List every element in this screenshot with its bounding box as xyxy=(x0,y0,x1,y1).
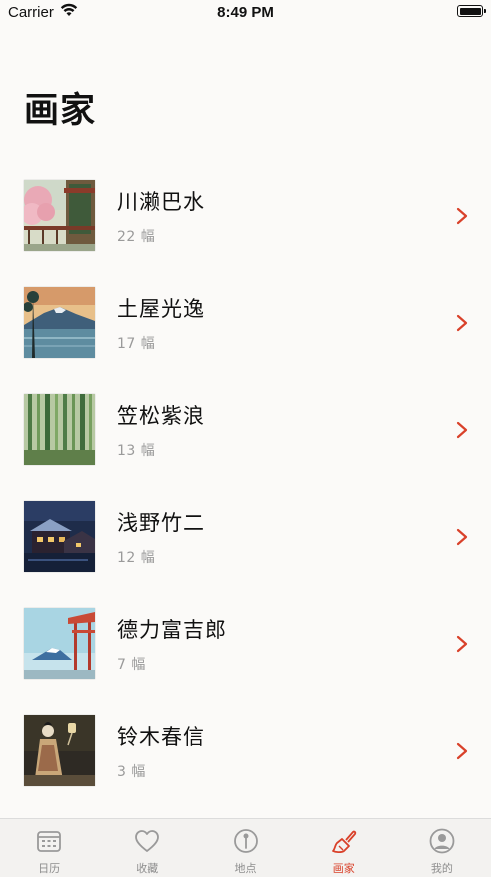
status-bar: Carrier 8:49 PM xyxy=(0,0,491,26)
paintbrush-icon xyxy=(331,830,356,854)
artist-name: 笠松紫浪 xyxy=(117,404,205,428)
artist-row[interactable]: 笠松紫浪 13 幅 xyxy=(0,394,491,501)
artwork-thumbnail xyxy=(24,501,95,572)
artist-row[interactable]: 土屋光逸 17 幅 xyxy=(0,287,491,394)
artwork-count: 3 幅 xyxy=(117,764,146,780)
artwork-thumbnail xyxy=(24,180,95,251)
artist-row[interactable]: 川濑巴水 22 幅 xyxy=(0,180,491,287)
artwork-thumbnail xyxy=(24,287,95,358)
tab-label: 我的 xyxy=(430,862,453,875)
artist-name: 德力富吉郎 xyxy=(117,618,227,642)
chevron-right-icon xyxy=(456,314,468,332)
artist-name: 铃木春信 xyxy=(117,725,205,749)
chevron-right-icon xyxy=(456,635,468,653)
person-icon xyxy=(429,828,455,854)
artwork-thumbnail xyxy=(24,394,95,465)
tab-label: 画家 xyxy=(332,862,355,875)
tab-artists[interactable]: 画家 xyxy=(295,819,393,877)
calendar-icon xyxy=(37,831,61,852)
chevron-right-icon xyxy=(456,421,468,439)
chevron-right-icon xyxy=(456,528,468,546)
artist-row[interactable]: 铃木春信 3 幅 xyxy=(0,715,491,822)
tab-calendar[interactable]: 日历 xyxy=(0,819,98,877)
artist-row[interactable]: 德力富吉郎 7 幅 xyxy=(0,608,491,715)
tab-bar: 日历 收藏 地点 画家 我的 xyxy=(0,818,491,877)
chevron-right-icon xyxy=(456,742,468,760)
artist-name: 川濑巴水 xyxy=(117,190,205,214)
tab-places[interactable]: 地点 xyxy=(196,819,294,877)
artist-name: 土屋光逸 xyxy=(117,297,205,321)
artwork-count: 12 幅 xyxy=(117,550,156,566)
artwork-thumbnail xyxy=(24,715,95,786)
page-title: 画家 xyxy=(24,91,97,131)
artwork-thumbnail xyxy=(24,608,95,679)
tab-label: 收藏 xyxy=(136,862,159,875)
artwork-count: 17 幅 xyxy=(117,336,156,352)
tab-favorites[interactable]: 收藏 xyxy=(98,819,196,877)
artist-row[interactable]: 浅野竹二 12 幅 xyxy=(0,501,491,608)
pin-icon xyxy=(233,829,258,853)
artist-list: 川濑巴水 22 幅 土屋光逸 17 幅 笠松紫浪 13 幅 浅野竹二 12 幅 … xyxy=(0,180,491,822)
artist-name: 浅野竹二 xyxy=(117,511,205,535)
chevron-right-icon xyxy=(456,207,468,225)
clock: 8:49 PM xyxy=(217,4,274,21)
tab-label: 地点 xyxy=(234,862,257,875)
battery-icon xyxy=(457,5,486,17)
artwork-count: 22 幅 xyxy=(117,229,156,245)
heart-icon xyxy=(135,830,160,852)
artwork-count: 7 幅 xyxy=(117,657,146,673)
artwork-count: 13 幅 xyxy=(117,443,156,459)
tab-profile[interactable]: 我的 xyxy=(393,819,491,877)
tab-label: 日历 xyxy=(38,862,61,875)
